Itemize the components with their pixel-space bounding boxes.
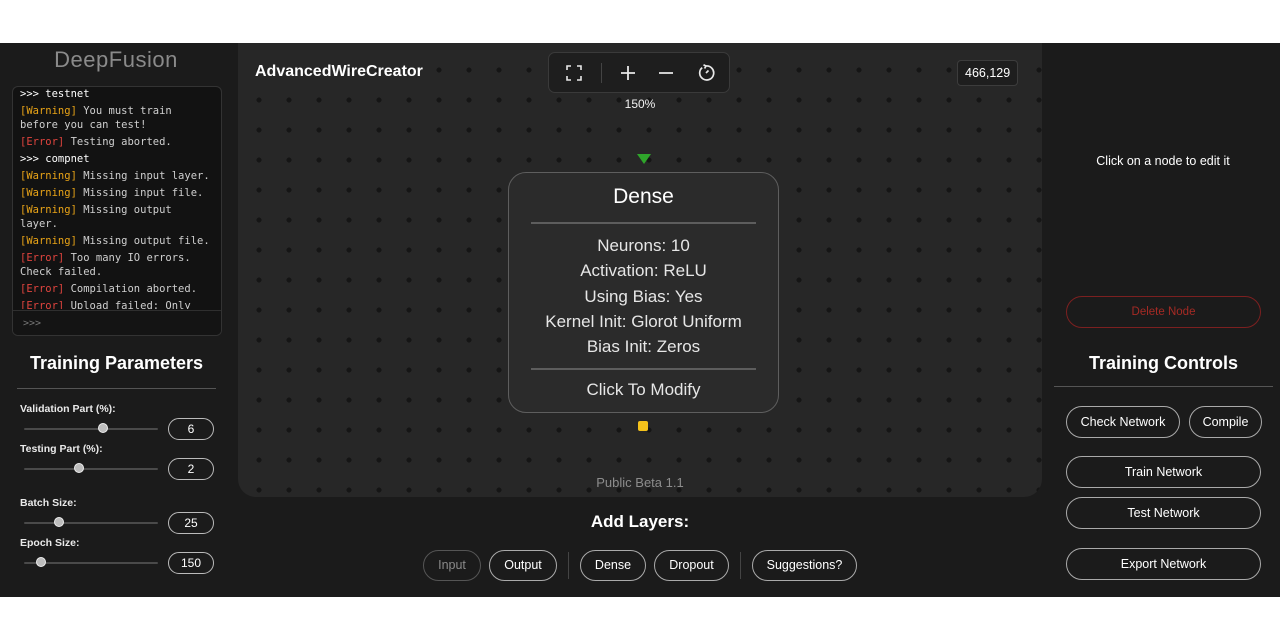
- add-input-button[interactable]: Input: [423, 550, 481, 581]
- console-message: Missing input file.: [83, 187, 204, 199]
- add-output-button[interactable]: Output: [489, 550, 557, 581]
- add-layers-title: Add Layers:: [590, 512, 690, 531]
- epoch-size-input[interactable]: 150: [168, 552, 214, 574]
- console-log-line: [Warning] You must train before you can …: [20, 104, 215, 132]
- console-log-line: [Error] Testing aborted.: [20, 135, 215, 149]
- testing-part-label: Testing Part (%):: [20, 443, 103, 455]
- error-tag: [Error]: [20, 300, 65, 309]
- console-log-line: [Error] Upload failed: Only: [20, 299, 215, 309]
- train-network-button[interactable]: Train Network: [1066, 456, 1261, 488]
- fit-screen-icon[interactable]: [563, 62, 585, 84]
- console-message: Missing input layer.: [83, 170, 210, 182]
- training-parameters-title: Training Parameters: [29, 353, 204, 373]
- slider-knob[interactable]: [36, 557, 47, 567]
- console-message: >>> testnet: [20, 88, 90, 100]
- error-tag: [Error]: [20, 283, 65, 295]
- console-input[interactable]: [13, 311, 221, 335]
- batch-size-label: Batch Size:: [20, 497, 77, 509]
- node-modify-button[interactable]: Click To Modify: [509, 380, 778, 400]
- warning-tag: [Warning]: [20, 204, 77, 216]
- layer-buttons-separator: [740, 552, 741, 579]
- validation-part-slider[interactable]: [24, 423, 158, 433]
- warning-tag: [Warning]: [20, 187, 77, 199]
- slider-knob[interactable]: [53, 517, 64, 527]
- console-message: >>> compnet: [20, 153, 90, 165]
- console-log-line: [Warning] Missing input file.: [20, 186, 215, 200]
- console-message: Compilation aborted.: [70, 283, 198, 295]
- zoom-level: 150%: [624, 97, 656, 111]
- console-log: >>> testnet [Warning] You must train befo…: [13, 87, 221, 309]
- zoom-out-icon[interactable]: [655, 62, 677, 84]
- add-dropout-button[interactable]: Dropout: [654, 550, 729, 581]
- network-canvas[interactable]: AdvancedWireCreator 150% 466,129 Dense N…: [238, 43, 1042, 497]
- node-prop-bias-init: Bias Init: Zeros: [586, 337, 701, 357]
- console-message: Upload failed: Only: [70, 300, 191, 309]
- node-prop-activation: Activation: ReLU: [580, 261, 707, 281]
- version-label: Public Beta 1.1: [596, 475, 684, 490]
- layer-buttons-separator: [568, 552, 569, 579]
- training-controls-divider: [1054, 386, 1273, 387]
- testing-part-input[interactable]: 2: [168, 458, 214, 480]
- dense-node[interactable]: Dense Neurons: 10 Activation: ReLU Using…: [508, 172, 779, 413]
- console-input-bar: [13, 310, 221, 335]
- zoom-in-icon[interactable]: [617, 62, 639, 84]
- node-prop-kernel-init: Kernel Init: Glorot Uniform: [545, 311, 742, 331]
- node-input-port[interactable]: [637, 154, 651, 164]
- reset-view-icon[interactable]: [695, 62, 717, 84]
- app-window: DeepFusion >>> testnet [Warning] You must…: [0, 43, 1280, 597]
- batch-size-slider[interactable]: [24, 517, 158, 527]
- node-divider: [531, 222, 756, 224]
- warning-tag: [Warning]: [20, 235, 77, 247]
- console-message: Testing aborted.: [70, 136, 172, 148]
- console-log-line: [Error] Too many IO errors. Check failed…: [20, 251, 215, 279]
- console-message: Missing output file.: [83, 235, 210, 247]
- console-command-line: >>> testnet: [20, 87, 215, 101]
- epoch-size-label: Epoch Size:: [20, 537, 80, 549]
- node-properties: Neurons: 10 Activation: ReLU Using Bias:…: [509, 233, 778, 359]
- training-controls-title: Training Controls: [1088, 353, 1238, 373]
- batch-size-input[interactable]: 25: [168, 512, 214, 534]
- validation-part-label: Validation Part (%):: [20, 403, 116, 415]
- compile-button[interactable]: Compile: [1189, 406, 1262, 438]
- suggestions-button[interactable]: Suggestions?: [752, 550, 857, 581]
- error-tag: [Error]: [20, 136, 65, 148]
- epoch-size-slider[interactable]: [24, 557, 158, 567]
- check-network-button[interactable]: Check Network: [1066, 406, 1180, 438]
- console-log-line: [Error] Compilation aborted.: [20, 282, 215, 296]
- node-output-port[interactable]: [638, 421, 648, 431]
- testing-part-slider[interactable]: [24, 463, 158, 473]
- validation-part-input[interactable]: 6: [168, 418, 214, 440]
- console-log-line: [Warning] Missing input layer.: [20, 169, 215, 183]
- delete-node-button[interactable]: Delete Node: [1066, 296, 1261, 328]
- console-log-line: [Warning] Missing output file.: [20, 234, 215, 248]
- project-title: AdvancedWireCreator: [255, 63, 423, 80]
- add-dense-button[interactable]: Dense: [580, 550, 646, 581]
- node-title: Dense: [613, 185, 674, 208]
- toolbar-separator: [601, 63, 602, 83]
- console-log-line: [Warning] Missing output layer.: [20, 203, 215, 231]
- training-parameters-divider: [17, 388, 216, 389]
- node-edit-hint: Click on a node to edit it: [1096, 154, 1230, 168]
- node-prop-bias: Using Bias: Yes: [584, 286, 703, 306]
- node-divider: [531, 368, 756, 370]
- app-brand: DeepFusion: [54, 47, 178, 72]
- warning-tag: [Warning]: [20, 170, 77, 182]
- warning-tag: [Warning]: [20, 105, 77, 117]
- console-command-line: >>> compnet: [20, 152, 215, 166]
- test-network-button[interactable]: Test Network: [1066, 497, 1261, 529]
- node-prop-neurons: Neurons: 10: [597, 236, 690, 255]
- slider-knob[interactable]: [98, 423, 109, 433]
- error-tag: [Error]: [20, 252, 65, 264]
- slider-knob[interactable]: [73, 463, 84, 473]
- console-panel: >>> testnet [Warning] You must train befo…: [12, 86, 222, 336]
- canvas-toolbar: [548, 52, 730, 93]
- cursor-coordinates: 466,129: [957, 60, 1019, 86]
- export-network-button[interactable]: Export Network: [1066, 548, 1261, 580]
